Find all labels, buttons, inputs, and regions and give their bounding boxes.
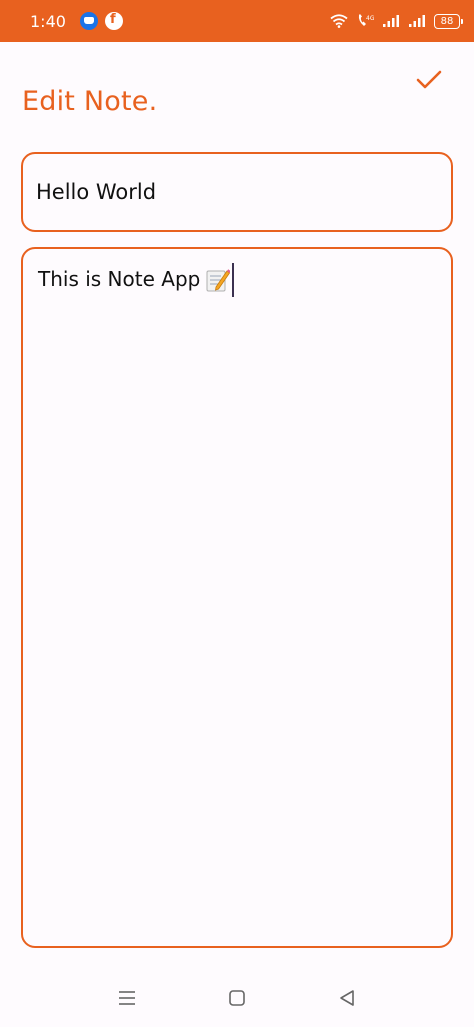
battery-level: 88	[440, 15, 454, 27]
text-caret	[232, 263, 235, 297]
wifi-icon	[330, 14, 348, 28]
f-app-icon	[104, 12, 123, 30]
signal-icon	[383, 15, 399, 27]
drive-icon	[79, 12, 98, 30]
memo-emoji-icon	[206, 269, 231, 292]
checkmark-icon	[416, 70, 442, 89]
note-body-input[interactable]: This is Note App	[21, 247, 453, 948]
volte-icon: 4G	[358, 14, 374, 26]
battery-icon: 88	[434, 13, 463, 29]
recents-button[interactable]	[112, 983, 142, 1013]
svg-text:4G: 4G	[366, 15, 374, 22]
note-title-input[interactable]	[21, 152, 453, 232]
navigation-bar	[0, 968, 474, 1027]
status-time: 1:40	[30, 11, 66, 31]
status-bar: 1:40 4G 88	[0, 0, 474, 42]
back-icon	[340, 989, 354, 1006]
menu-icon	[119, 990, 135, 1005]
back-button[interactable]	[332, 983, 362, 1013]
page-title: Edit Note.	[22, 86, 158, 117]
signal-icon-2	[409, 15, 425, 27]
save-button[interactable]	[412, 66, 446, 94]
note-body-text: This is Note App	[38, 267, 201, 291]
home-button[interactable]	[222, 983, 252, 1013]
home-icon	[229, 989, 245, 1006]
